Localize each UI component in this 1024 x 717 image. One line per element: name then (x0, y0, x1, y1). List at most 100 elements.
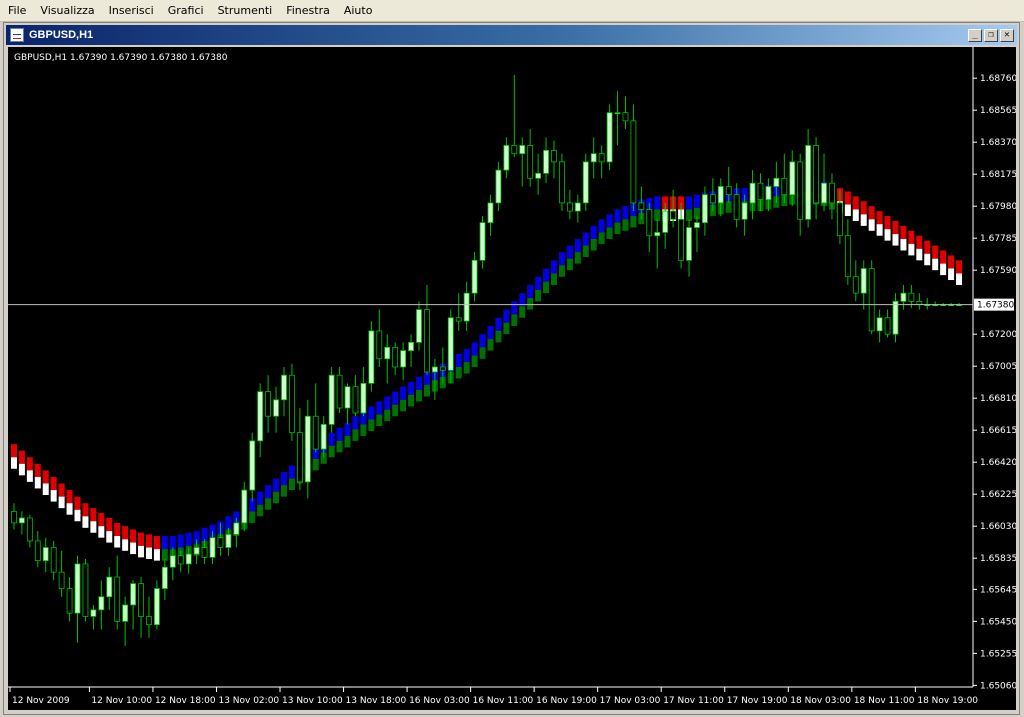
candle-body (622, 112, 629, 122)
band-upper-bar (273, 478, 280, 492)
candle-body (265, 391, 272, 417)
band-upper-bar (686, 196, 693, 210)
candle-body (900, 292, 907, 302)
band-upper-bar (614, 209, 621, 223)
candle-body (606, 112, 613, 163)
band-upper-bar (693, 194, 700, 208)
band-lower-bar (138, 545, 145, 558)
time-tick-label: 12 Nov 10:00 (91, 696, 152, 706)
candle-body (26, 517, 33, 542)
candle-body (424, 309, 430, 373)
band-upper-bar (543, 268, 550, 282)
band-upper-bar (558, 252, 565, 266)
chart-svg: GBPUSD,H1 1.67390 1.67390 1.67380 1.6738… (8, 47, 1017, 710)
band-upper-bar (138, 532, 145, 546)
band-lower-bar (511, 314, 518, 326)
candle-body (686, 227, 692, 261)
band-lower-bar (280, 485, 287, 497)
candle-body (852, 276, 859, 294)
candle-body (50, 547, 57, 573)
band-lower-bar (249, 511, 256, 523)
minimize-button[interactable]: _ (968, 28, 982, 42)
band-lower-bar (50, 490, 57, 502)
band-upper-bar (535, 276, 542, 290)
band-lower-bar (415, 389, 422, 402)
band-upper-bar (503, 309, 510, 323)
band-upper-bar (122, 526, 129, 540)
band-lower-bar (622, 219, 629, 231)
menu-grafici[interactable]: Grafici (162, 1, 210, 21)
band-lower-bar (98, 526, 105, 538)
band-lower-bar (114, 536, 121, 548)
candle-body (487, 202, 494, 223)
band-lower-bar (956, 273, 963, 285)
band-upper-bar (177, 534, 184, 548)
candle-body (813, 145, 819, 204)
candle-body (217, 537, 224, 548)
menu-strumenti[interactable]: Strumenti (212, 1, 279, 21)
price-tick-label: 1.68760 (980, 74, 1016, 84)
candle-body (289, 374, 295, 434)
band-lower-bar (26, 470, 33, 482)
band-upper-bar (463, 348, 470, 363)
close-button[interactable]: ✕ (1000, 28, 1014, 42)
candle-body (296, 432, 303, 483)
band-lower-bar (265, 498, 272, 510)
band-upper-bar (280, 472, 287, 486)
time-tick-label: 17 Nov 11:00 (663, 696, 724, 706)
menu-bar: File Visualizza Inserisci Grafici Strumenti F… (0, 0, 1024, 22)
band-upper-bar (50, 476, 57, 491)
band-lower-bar (590, 239, 597, 251)
band-upper-bar (551, 260, 558, 274)
band-upper-bar (74, 496, 81, 510)
menu-inserisci[interactable]: Inserisci (103, 1, 160, 21)
band-lower-bar (122, 539, 129, 551)
band-lower-bar (328, 445, 335, 458)
candle-body (479, 222, 486, 261)
candle-body (837, 202, 843, 237)
band-upper-bar (34, 463, 41, 477)
band-lower-bar (18, 463, 25, 476)
candle-body (844, 235, 851, 278)
window-titlebar[interactable]: GBPUSD,H1 _ ❐ ✕ (6, 25, 1017, 45)
band-upper-bar (495, 317, 502, 331)
time-tick-label: 16 Nov 19:00 (536, 696, 597, 706)
candle-body (169, 555, 176, 568)
band-upper-bar (487, 325, 494, 340)
price-tick-label: 1.68175 (980, 170, 1016, 180)
band-upper-bar (42, 470, 49, 484)
band-upper-bar (400, 386, 407, 400)
candle-body (725, 186, 732, 196)
candle-body (447, 317, 454, 371)
band-upper-bar (948, 255, 955, 269)
menu-finestra[interactable]: Finestra (280, 1, 336, 21)
band-lower-bar (58, 496, 65, 509)
candle-body (701, 194, 708, 223)
candle-body (344, 386, 351, 409)
band-lower-bar (376, 414, 383, 427)
menu-file[interactable]: File (2, 1, 32, 21)
candle-body (233, 522, 240, 535)
candle-body (741, 202, 748, 220)
candle-body (66, 588, 73, 614)
time-tick-label: 13 Nov 18:00 (346, 696, 407, 706)
price-tick-label: 1.66615 (980, 426, 1016, 436)
band-lower-bar (82, 516, 89, 528)
band-upper-bar (415, 376, 422, 390)
candle-body (312, 415, 319, 450)
price-chart[interactable]: GBPUSD,H1 1.67390 1.67390 1.67380 1.6738… (8, 47, 1017, 710)
candle-body (106, 576, 113, 598)
menu-aiuto[interactable]: Aiuto (338, 1, 379, 21)
menu-visualizza[interactable]: Visualizza (34, 1, 100, 21)
candle-body (416, 309, 422, 343)
restore-button[interactable]: ❐ (984, 28, 998, 42)
band-lower-bar (312, 458, 319, 471)
band-upper-bar (606, 214, 613, 228)
band-lower-bar (455, 367, 462, 379)
band-lower-bar (352, 429, 359, 441)
band-lower-bar (400, 399, 407, 412)
candle-body (360, 383, 367, 414)
band-upper-bar (185, 532, 192, 546)
candle-body (281, 374, 287, 401)
time-tick-label: 16 Nov 03:00 (409, 696, 470, 706)
